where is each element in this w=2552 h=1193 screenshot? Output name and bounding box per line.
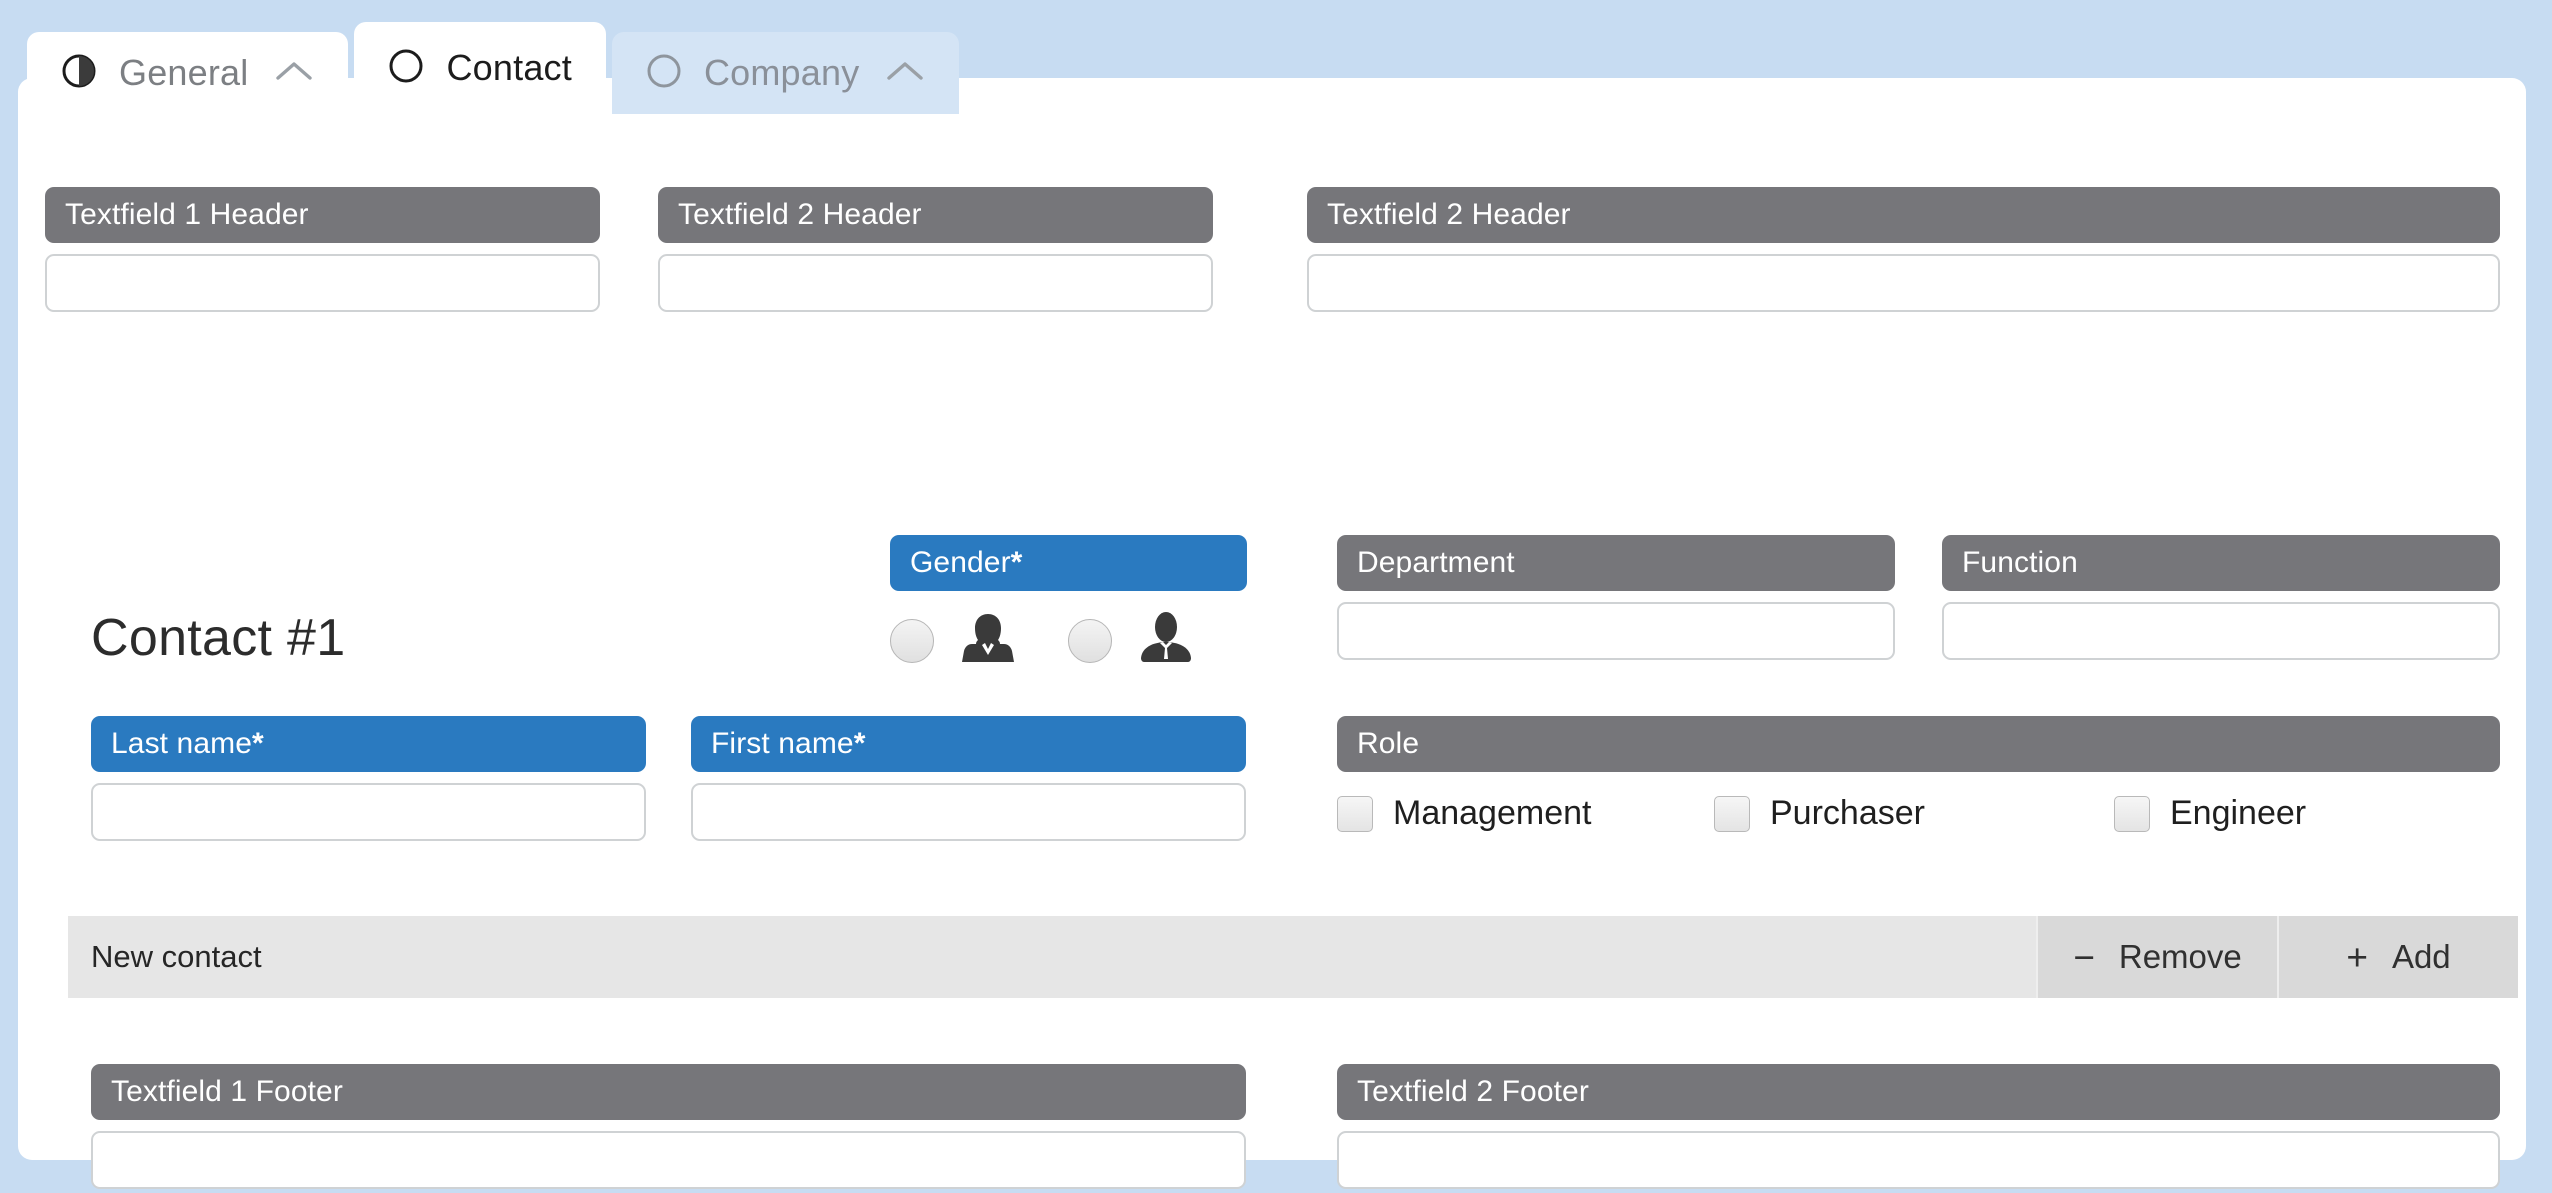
last-name-group: Last name * <box>91 716 646 841</box>
tab-company[interactable]: Company <box>611 32 960 114</box>
contact-title: Contact #1 <box>91 609 346 667</box>
gender-label: Gender * <box>890 535 1247 591</box>
gender-radio-female[interactable] <box>890 618 934 663</box>
tab-contact[interactable]: Contact <box>354 22 606 114</box>
half-circle-icon <box>61 53 97 94</box>
top-fields-row: Textfield 1 Header Textfield 2 Header Te… <box>45 187 2500 317</box>
female-avatar-icon[interactable] <box>960 610 1016 671</box>
first-name-label: First name * <box>691 716 1246 772</box>
add-button-label: Add <box>2391 938 2451 975</box>
gender-label-text: Gender <box>910 546 1011 579</box>
gender-options <box>890 610 1247 671</box>
chevron-up-icon[interactable] <box>274 58 314 89</box>
new-contact-label: New contact <box>91 939 262 974</box>
textfield-2-header-input[interactable] <box>658 254 1213 312</box>
role-option-purchaser[interactable]: Purchaser <box>1714 794 2114 833</box>
textfield-2-footer-input[interactable] <box>1337 1131 2500 1189</box>
textfield-1-header-label: Textfield 1 Header <box>45 187 600 243</box>
first-name-input[interactable] <box>691 783 1246 841</box>
role-option-management[interactable]: Management <box>1337 794 1714 833</box>
add-button[interactable]: + Add <box>2277 916 2518 998</box>
role-option-engineer[interactable]: Engineer <box>2114 794 2306 833</box>
minus-icon: − <box>2073 936 2095 978</box>
form-panel: Textfield 1 Header Textfield 2 Header Te… <box>18 78 2526 1189</box>
checkbox-purchaser[interactable] <box>1714 795 1750 832</box>
department-group: Department <box>1337 535 1895 660</box>
last-name-label: Last name * <box>91 716 646 772</box>
textfield-1-header-input[interactable] <box>45 254 600 312</box>
textfield-3-header-group: Textfield 2 Header <box>1307 187 2500 312</box>
role-label: Role <box>1337 716 2500 772</box>
role-group: Role Management Purchaser Engineer <box>1337 716 2500 833</box>
gender-required-marker: * <box>1010 546 1023 579</box>
plus-icon: + <box>2346 936 2368 978</box>
first-name-required-marker: * <box>853 727 866 760</box>
role-option-purchaser-label: Purchaser <box>1770 794 1925 832</box>
circle-icon <box>646 53 682 94</box>
last-name-input[interactable] <box>91 783 646 841</box>
textfield-2-header-label: Textfield 2 Header <box>658 187 1213 243</box>
textfield-3-header-label: Textfield 2 Header <box>1307 187 2500 243</box>
function-group: Function <box>1942 535 2500 660</box>
remove-button-label: Remove <box>2118 938 2242 975</box>
tab-strip: General Contact Company <box>27 22 960 114</box>
tab-contact-label: Contact <box>446 47 572 88</box>
role-option-engineer-label: Engineer <box>2170 794 2307 832</box>
textfield-1-header-group: Textfield 1 Header <box>45 187 600 312</box>
function-input[interactable] <box>1942 602 2500 660</box>
last-name-label-text: Last name <box>111 727 252 760</box>
tab-company-label: Company <box>703 52 860 93</box>
first-name-label-text: First name <box>711 727 854 760</box>
textfield-2-footer-label: Textfield 2 Footer <box>1337 1064 2500 1120</box>
gender-radio-male[interactable] <box>1068 618 1112 663</box>
function-label: Function <box>1942 535 2500 591</box>
textfield-1-footer-label: Textfield 1 Footer <box>91 1064 1246 1120</box>
tab-general-label: General <box>119 52 249 93</box>
checkbox-management[interactable] <box>1337 795 1373 832</box>
last-name-required-marker: * <box>251 727 264 760</box>
department-input[interactable] <box>1337 602 1895 660</box>
textfield-2-header-group: Textfield 2 Header <box>658 187 1213 312</box>
tab-general[interactable]: General <box>27 32 349 114</box>
chevron-up-icon[interactable] <box>885 58 925 89</box>
male-avatar-icon[interactable] <box>1138 610 1194 671</box>
textfield-3-header-input[interactable] <box>1307 254 2500 312</box>
gender-group: Gender * <box>890 535 1247 671</box>
remove-button[interactable]: − Remove <box>2036 916 2277 998</box>
department-label: Department <box>1337 535 1895 591</box>
circle-icon <box>388 48 424 89</box>
textfield-1-footer-input[interactable] <box>91 1131 1246 1189</box>
new-contact-bar: New contact − Remove + Add <box>68 916 2518 998</box>
textfield-1-footer-group: Textfield 1 Footer <box>91 1064 1246 1189</box>
role-options: Management Purchaser Engineer <box>1337 794 2500 833</box>
textfield-2-footer-group: Textfield 2 Footer <box>1337 1064 2500 1189</box>
role-option-management-label: Management <box>1393 794 1592 832</box>
checkbox-engineer[interactable] <box>2114 795 2150 832</box>
first-name-group: First name * <box>691 716 1246 841</box>
